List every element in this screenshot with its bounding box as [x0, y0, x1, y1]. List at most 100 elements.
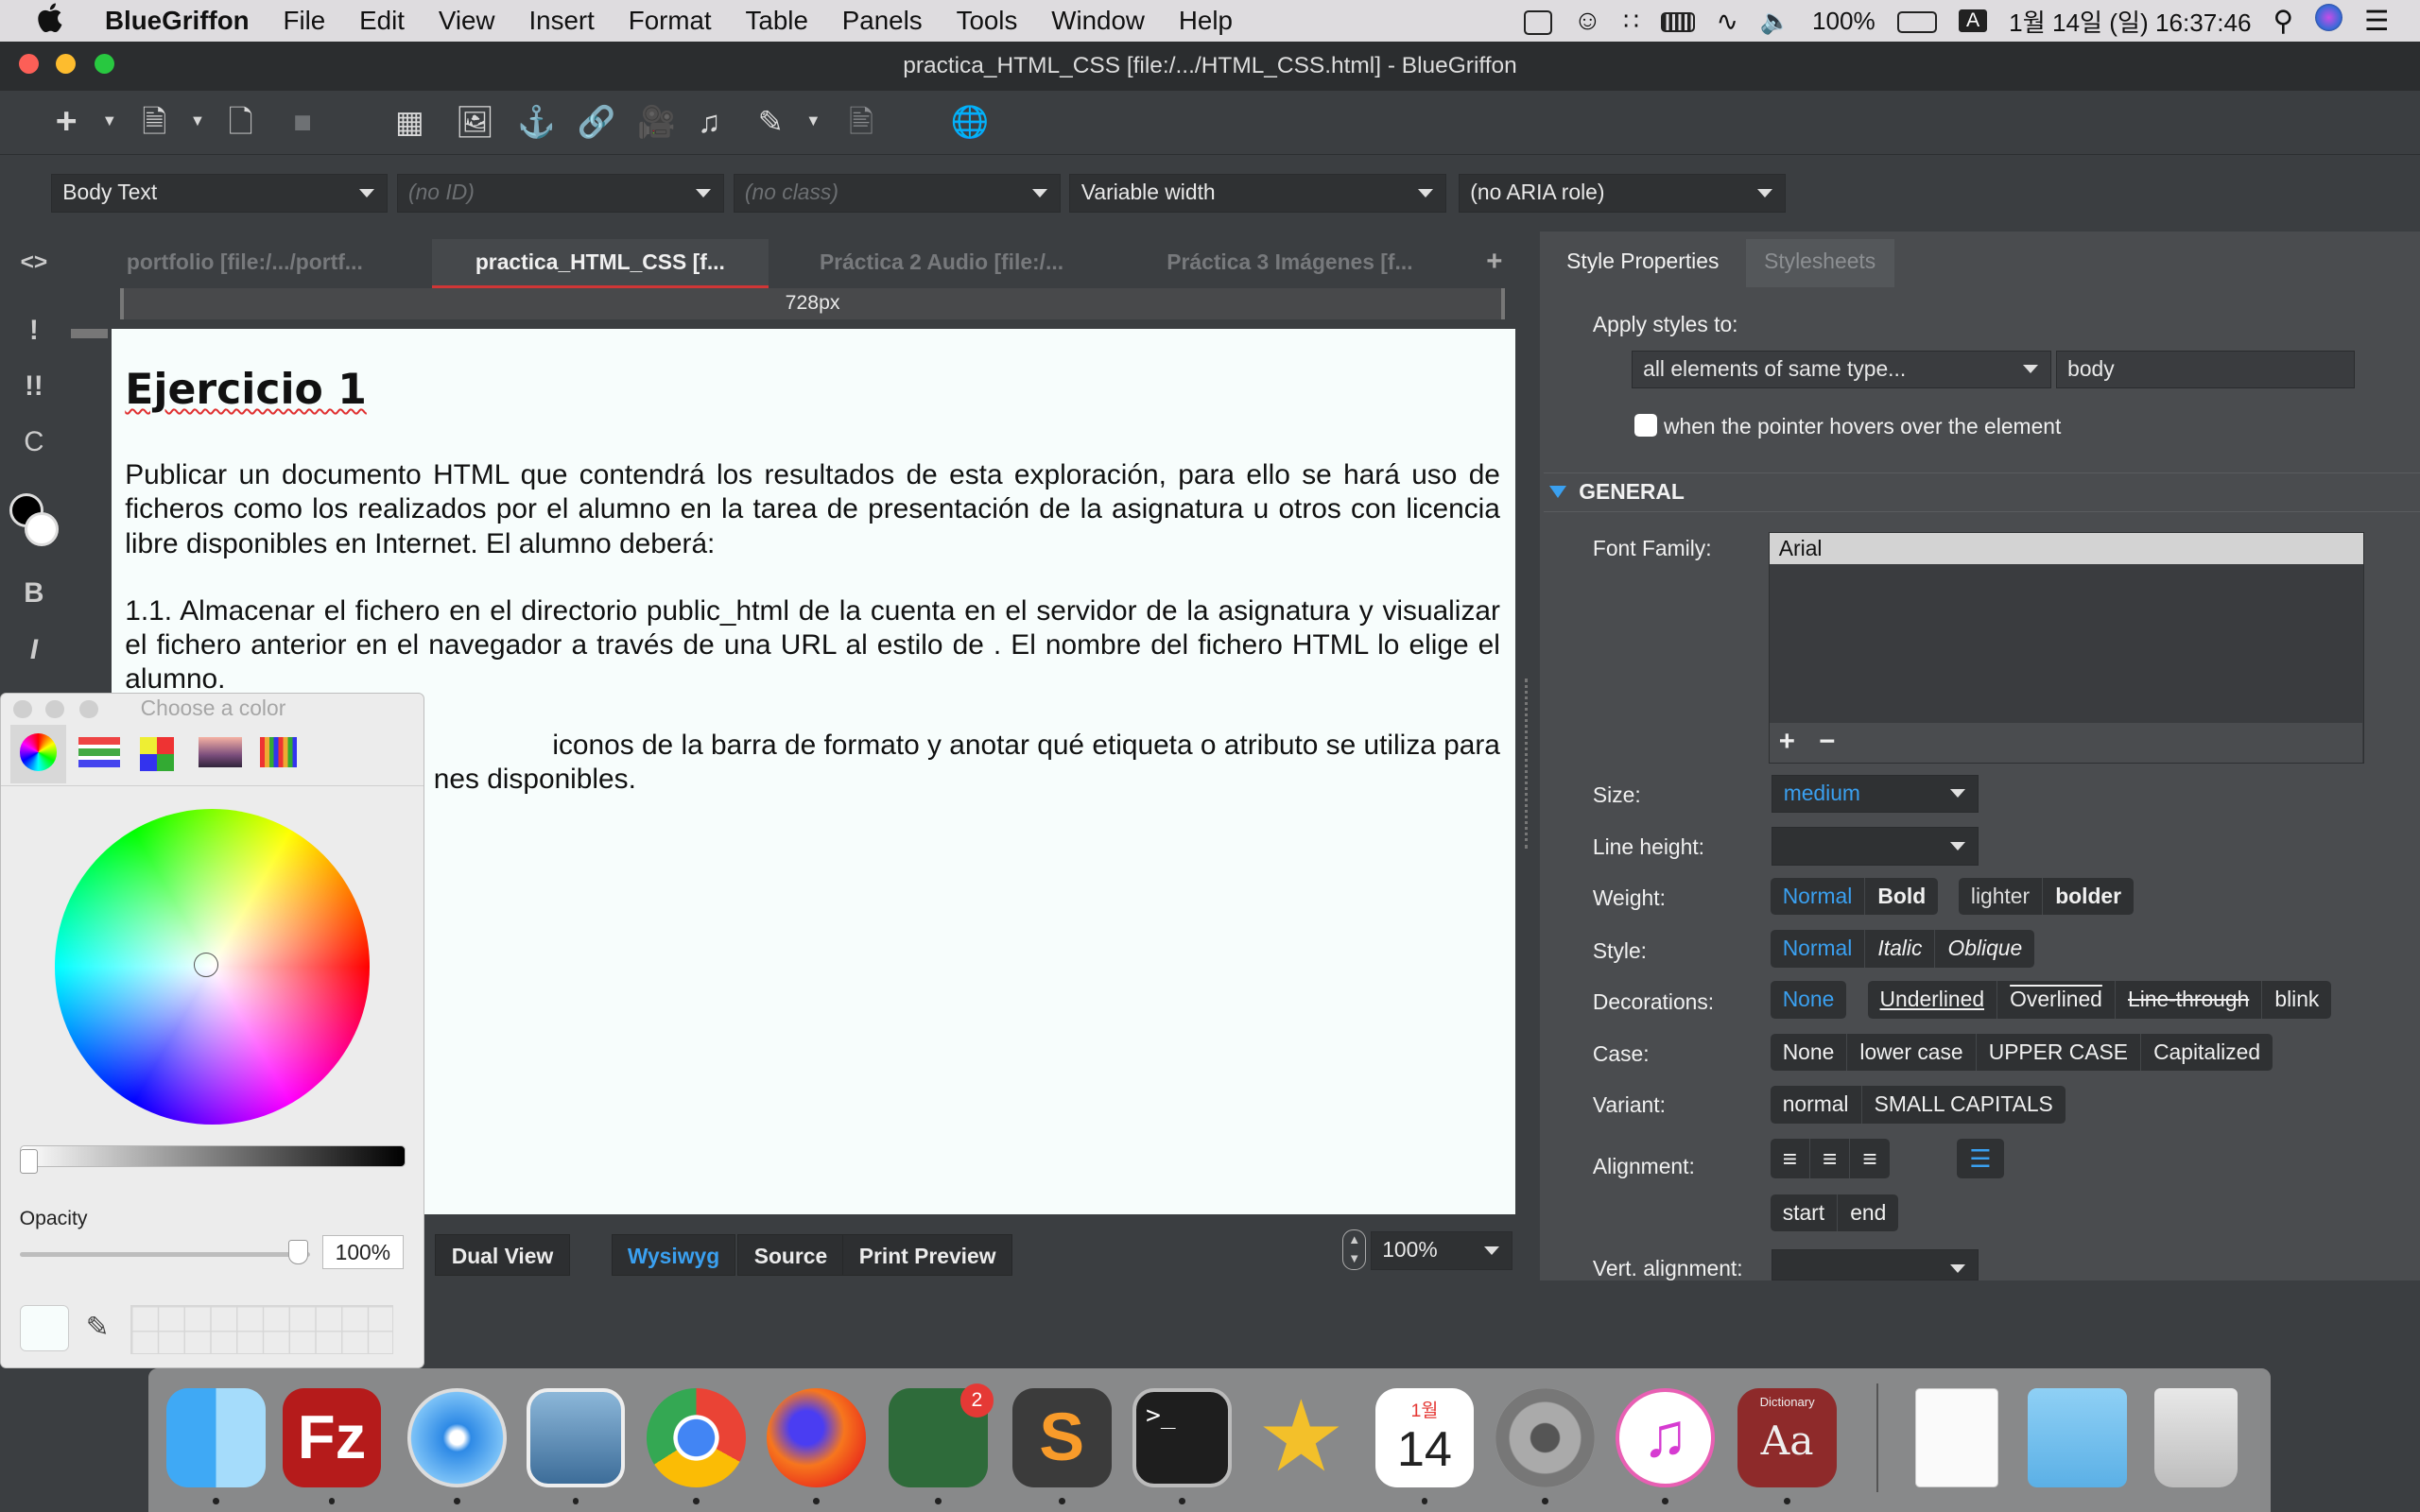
- tab-practica-3-imagenes[interactable]: Práctica 3 Imágenes [f...: [1167, 239, 1412, 288]
- weight-lighter[interactable]: lighter: [1959, 877, 2044, 916]
- apply-styles-select[interactable]: all elements of same type...: [1631, 350, 2051, 389]
- variant-normal[interactable]: normal: [1771, 1086, 1862, 1124]
- zoom-select[interactable]: 100%: [1370, 1230, 1512, 1270]
- screen-icon[interactable]: [1513, 7, 1563, 36]
- aria-role-select[interactable]: (no ARIA role): [1458, 173, 1786, 213]
- open-icon[interactable]: 🗎: [142, 103, 166, 140]
- video-icon[interactable]: 🎥: [637, 103, 676, 140]
- menu-insert[interactable]: Insert: [511, 6, 611, 36]
- open-dropdown-arrow-icon[interactable]: ▼: [190, 103, 205, 140]
- opacity-field[interactable]: 100%: [321, 1235, 405, 1269]
- eyedropper-icon[interactable]: ✎: [86, 1311, 110, 1344]
- add-font-button[interactable]: +: [1779, 726, 1795, 758]
- menu-window[interactable]: Window: [1034, 6, 1162, 36]
- color-swatches-grid[interactable]: [130, 1304, 393, 1354]
- align-start-end-toggle[interactable]: start end: [1770, 1194, 1899, 1231]
- variant-small-caps[interactable]: SMALL CAPITALS: [1862, 1086, 2066, 1123]
- current-color-swatch[interactable]: [19, 1304, 69, 1351]
- sublime-text-icon[interactable]: S: [1012, 1388, 1112, 1487]
- brightness-slider[interactable]: [19, 1145, 406, 1168]
- id-select[interactable]: (no ID): [396, 173, 724, 213]
- brightness-slider-thumb[interactable]: [19, 1148, 39, 1174]
- color-palettes-tab-icon[interactable]: [139, 736, 174, 771]
- menu-format[interactable]: Format: [612, 6, 729, 36]
- font-family-list[interactable]: Arial + −: [1769, 532, 2365, 765]
- spotlight-icon[interactable]: ⚲: [2262, 5, 2304, 38]
- zoom-window-button[interactable]: [94, 54, 114, 75]
- itunes-icon[interactable]: ♫: [1616, 1388, 1715, 1487]
- general-section-header[interactable]: GENERAL: [1543, 472, 2420, 513]
- tab-portfolio[interactable]: portfolio [file:/.../portf...: [127, 239, 363, 288]
- line-height-select[interactable]: [1772, 827, 1979, 866]
- app-menu[interactable]: BlueGriffon: [88, 6, 267, 36]
- align-justify-icon[interactable]: ☰: [1957, 1139, 2004, 1178]
- dual-view-button[interactable]: Dual View: [435, 1234, 570, 1277]
- weight-normal[interactable]: Normal: [1771, 877, 1866, 916]
- doc-heading[interactable]: Ejercicio 1: [125, 366, 367, 414]
- case-capitalized[interactable]: Capitalized: [2141, 1034, 2273, 1071]
- style-italic[interactable]: Italic: [1865, 930, 1936, 968]
- align-end[interactable]: end: [1838, 1194, 1898, 1231]
- link-icon[interactable]: 🔗: [578, 103, 616, 140]
- code-view-button[interactable]: <>: [0, 249, 68, 276]
- doc-paragraph-2[interactable]: 1.1. Almacenar el fichero en el director…: [125, 594, 1500, 697]
- style-oblique[interactable]: Oblique: [1935, 930, 2034, 967]
- trash-icon[interactable]: [2154, 1388, 2238, 1487]
- folder-icon[interactable]: [2028, 1388, 2127, 1487]
- menu-table[interactable]: Table: [729, 6, 825, 36]
- decoration-none[interactable]: None: [1771, 981, 1847, 1018]
- minimize-window-button[interactable]: [55, 54, 76, 75]
- font-style-toggle[interactable]: Normal Italic Oblique: [1770, 930, 2035, 968]
- battery-icon[interactable]: [1886, 7, 1947, 36]
- notification-center-icon[interactable]: ☰: [2354, 5, 2420, 38]
- weight-toggle[interactable]: Normal Bold: [1770, 877, 1939, 916]
- font-family-item[interactable]: Arial: [1770, 533, 2364, 564]
- alignment-toggle[interactable]: ≡ ≡ ≡: [1770, 1138, 1890, 1179]
- chrome-icon[interactable]: [647, 1388, 746, 1487]
- apple-menu-icon[interactable]: [0, 3, 88, 39]
- wysiwyg-button[interactable]: Wysiwyg: [611, 1234, 736, 1277]
- page-properties-icon[interactable]: 🖹: [849, 103, 873, 140]
- align-center-icon[interactable]: ≡: [1810, 1138, 1851, 1179]
- clock[interactable]: 1월 14일 (일) 16:37:46: [1998, 3, 2262, 39]
- image-icon[interactable]: 🖼: [456, 103, 494, 140]
- zoom-stepper[interactable]: ▲ ▼: [1342, 1229, 1366, 1270]
- document-stack-icon[interactable]: [1915, 1388, 1999, 1487]
- hover-checkbox[interactable]: [1634, 413, 1658, 438]
- opacity-slider[interactable]: [19, 1252, 310, 1257]
- align-justify-toggle[interactable]: ☰: [1957, 1138, 2004, 1179]
- save-icon[interactable]: 🗋: [229, 103, 253, 140]
- decorations-toggle[interactable]: Underlined Overlined Line-through blink: [1867, 981, 2332, 1019]
- align-left-icon[interactable]: ≡: [1771, 1138, 1810, 1179]
- preview-in-browser-icon[interactable]: 🌐: [951, 103, 990, 140]
- add-tab-button[interactable]: +: [1486, 239, 1502, 288]
- doc-paragraph-1[interactable]: Publicar un documento HTML que contendrá…: [125, 458, 1500, 561]
- weight-bolder[interactable]: bolder: [2043, 878, 2134, 915]
- audio-icon[interactable]: ♫: [698, 103, 720, 140]
- menu-help[interactable]: Help: [1162, 6, 1250, 36]
- decoration-none-toggle[interactable]: None: [1770, 981, 1847, 1019]
- safari-icon[interactable]: [407, 1388, 507, 1487]
- case-upper[interactable]: UPPER CASE: [1977, 1033, 2142, 1072]
- c-button[interactable]: C: [0, 426, 68, 458]
- volume-icon[interactable]: 🔈: [1749, 7, 1801, 36]
- menu-tools[interactable]: Tools: [940, 6, 1035, 36]
- menu-panels[interactable]: Panels: [825, 6, 940, 36]
- vert-alignment-select[interactable]: [1772, 1249, 1979, 1281]
- menu-file[interactable]: File: [267, 6, 343, 36]
- style-normal[interactable]: Normal: [1771, 930, 1866, 968]
- firefox-icon[interactable]: [767, 1388, 866, 1487]
- color-swatch-icon[interactable]: [9, 493, 65, 549]
- new-icon[interactable]: +: [56, 103, 78, 140]
- bold-button[interactable]: B: [0, 577, 68, 610]
- decoration-overlined[interactable]: Overlined: [1997, 981, 2116, 1019]
- finder-icon[interactable]: [166, 1388, 266, 1487]
- source-button[interactable]: Source: [737, 1234, 844, 1277]
- tab-style-properties[interactable]: Style Properties: [1547, 239, 1737, 287]
- weight-bold[interactable]: Bold: [1865, 878, 1938, 915]
- form-icon[interactable]: ✎: [758, 103, 784, 140]
- menu-view[interactable]: View: [422, 6, 512, 36]
- system-preferences-icon[interactable]: [1495, 1388, 1595, 1487]
- width-select[interactable]: Variable width: [1069, 173, 1446, 213]
- remove-font-button[interactable]: −: [1819, 726, 1835, 758]
